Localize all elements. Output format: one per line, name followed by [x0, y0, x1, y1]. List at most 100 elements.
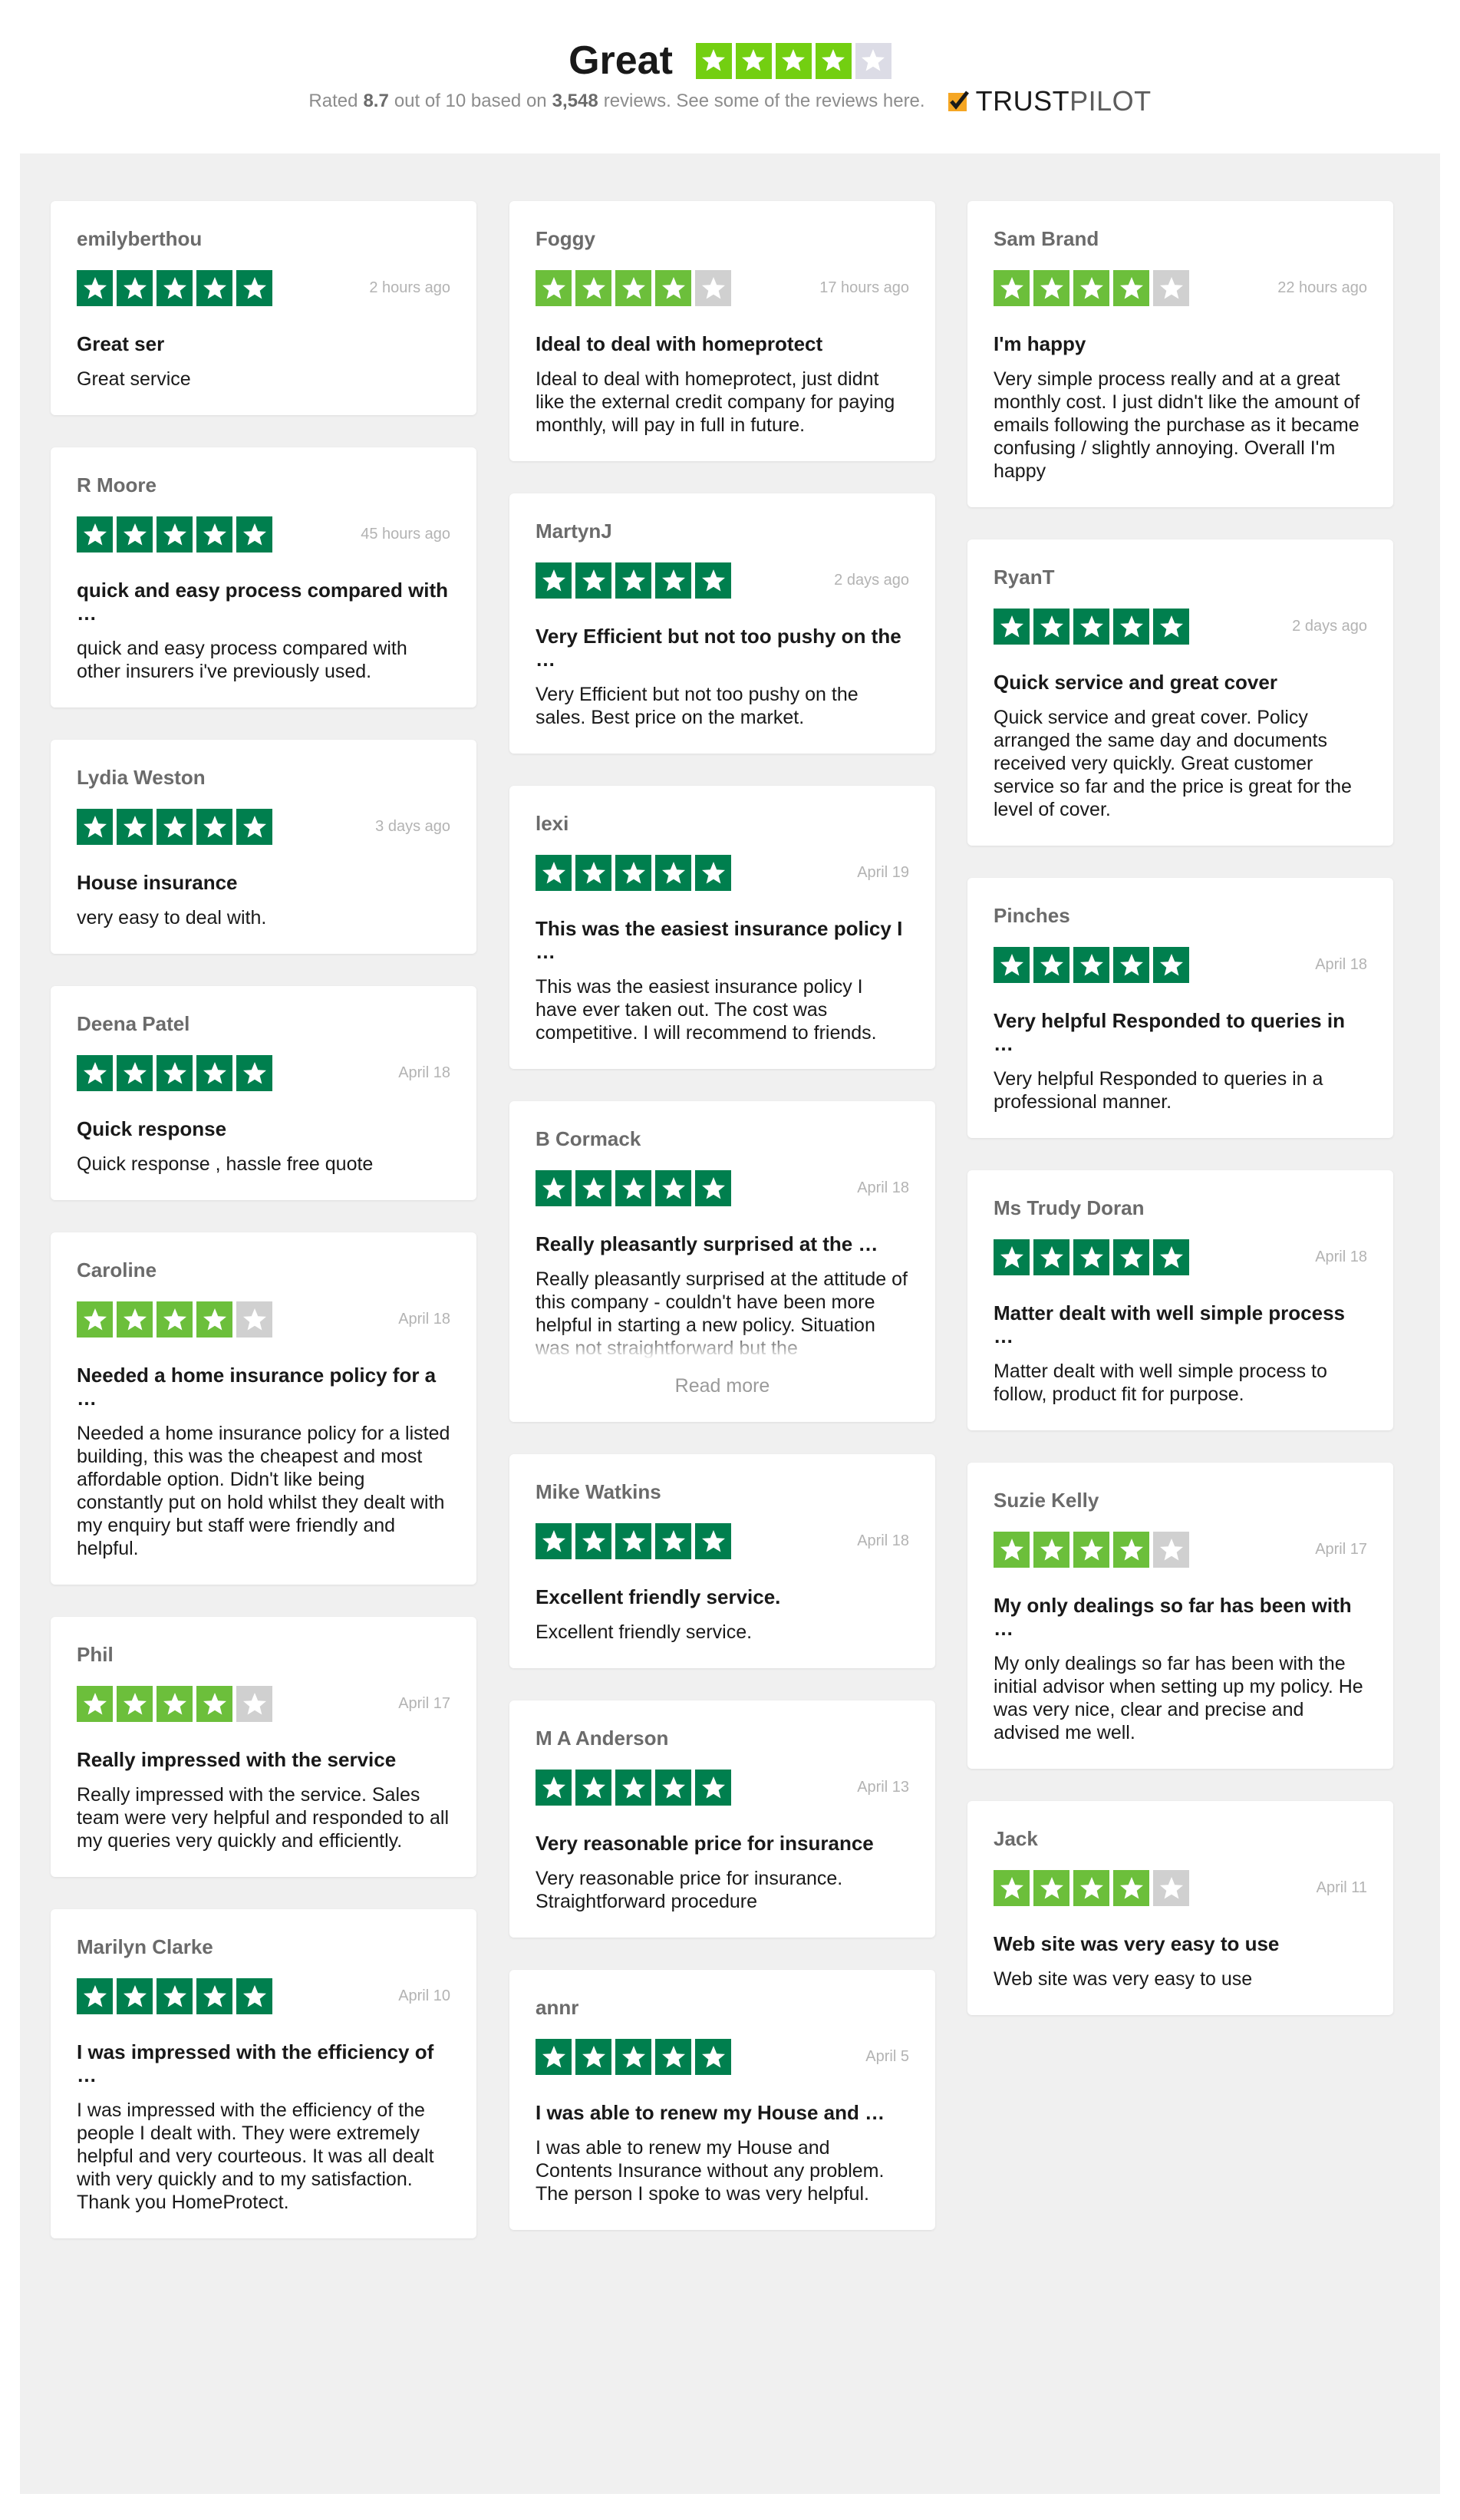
- review-date: April 18: [857, 1532, 909, 1549]
- reviewer-name: Phil: [77, 1643, 114, 1666]
- filled-star-icon: [236, 1055, 272, 1091]
- review-stars: [77, 1686, 272, 1722]
- filled-star-icon: [1113, 270, 1149, 306]
- review-card[interactable]: Jack April 11 Web site was very easy to us…: [967, 1801, 1393, 2015]
- review-body: I was impressed with the efficiency of t…: [77, 2099, 434, 2213]
- filled-star-icon: [536, 1170, 572, 1206]
- review-date: April 18: [398, 1064, 450, 1081]
- review-card[interactable]: R Moore 45 hours ago quick and easy proces…: [51, 447, 476, 708]
- filled-star-icon: [117, 1978, 153, 2014]
- review-stars: [536, 562, 731, 599]
- review-title: Really impressed with the service: [77, 1748, 397, 1771]
- reviewer-name: B Cormack: [536, 1127, 641, 1150]
- review-stars: [994, 1239, 1189, 1275]
- filled-star-icon: [615, 2039, 651, 2075]
- filled-star-icon: [157, 1055, 193, 1091]
- review-stars: [994, 1532, 1189, 1568]
- filled-star-icon: [655, 1170, 691, 1206]
- review-body: Excellent friendly service.: [536, 1621, 753, 1643]
- filled-star-icon: [1033, 1870, 1069, 1906]
- review-column-1: emilyberthou 2 hours ago Great ser Great se…: [51, 201, 476, 2271]
- review-meta: 17 hours ago: [536, 270, 909, 306]
- filled-star-icon: [1033, 270, 1069, 306]
- filled-star-icon: [536, 1770, 572, 1806]
- reviewer-name: Jack: [994, 1827, 1038, 1850]
- review-date: April 5: [865, 2048, 909, 2065]
- filled-star-icon: [1153, 1239, 1189, 1275]
- filled-star-icon: [196, 1301, 232, 1338]
- review-card[interactable]: Foggy 17 hours ago Ideal to deal with home…: [509, 201, 935, 461]
- review-card[interactable]: Mike Watkins April 18 Excellent friendly s…: [509, 1454, 935, 1668]
- review-meta: 2 days ago: [994, 609, 1367, 645]
- review-stars: [994, 609, 1189, 645]
- review-title: Great ser: [77, 332, 165, 355]
- review-card[interactable]: Phil April 17 Really impressed with the se…: [51, 1617, 476, 1877]
- filled-star-icon: [536, 270, 572, 306]
- review-date: April 18: [1315, 1248, 1367, 1265]
- filled-star-icon: [1153, 947, 1189, 983]
- review-meta: April 13: [536, 1770, 909, 1806]
- reviewer-name: Mike Watkins: [536, 1480, 661, 1503]
- review-card[interactable]: Suzie Kelly April 17 My only dealings so f…: [967, 1463, 1393, 1769]
- summary-suffix: reviews. See some of the reviews here.: [603, 91, 925, 111]
- review-title: My only dealings so far has been with …: [994, 1594, 1352, 1640]
- review-body: Very reasonable price for insurance. Str…: [536, 1868, 843, 1912]
- filled-star-icon: [77, 1978, 113, 2014]
- trustpilot-brand-pilot: PILOT: [1069, 85, 1152, 117]
- review-card[interactable]: MartynJ 2 days ago Very Efficient but not …: [509, 493, 935, 754]
- review-body: Great service: [77, 368, 191, 390]
- review-body: very easy to deal with.: [77, 907, 267, 929]
- review-card[interactable]: Lydia Weston 3 days ago House insurance ver…: [51, 740, 476, 954]
- review-date: April 17: [1315, 1541, 1367, 1558]
- reviewer-name: Ms Trudy Doran: [994, 1196, 1145, 1219]
- review-stars: [77, 516, 272, 552]
- empty-star-icon: [1153, 1532, 1189, 1568]
- filled-star-icon: [117, 809, 153, 845]
- review-card[interactable]: M A Anderson April 13 Very reasonable pric…: [509, 1700, 935, 1938]
- filled-star-icon: [1113, 1870, 1149, 1906]
- review-card[interactable]: Caroline April 18 Needed a home insurance …: [51, 1232, 476, 1585]
- review-card[interactable]: Ms Trudy Doran April 18 Matter dealt with …: [967, 1170, 1393, 1430]
- filled-star-icon: [236, 1978, 272, 2014]
- filled-star-icon: [117, 1055, 153, 1091]
- filled-star-icon: [77, 270, 113, 306]
- review-card[interactable]: emilyberthou 2 hours ago Great ser Great se…: [51, 201, 476, 415]
- review-card[interactable]: Deena Patel April 18 Quick response Quick r…: [51, 986, 476, 1200]
- review-body: Quick service and great cover. Policy ar…: [994, 707, 1352, 820]
- filled-star-icon: [735, 42, 772, 79]
- review-meta: April 11: [994, 1870, 1367, 1906]
- filled-star-icon: [615, 562, 651, 599]
- review-body: Very simple process really and at a grea…: [994, 368, 1360, 482]
- filled-star-icon: [157, 516, 193, 552]
- filled-star-icon: [77, 809, 113, 845]
- review-body: Web site was very easy to use: [994, 1968, 1253, 1990]
- filled-star-icon: [575, 1523, 611, 1559]
- review-card[interactable]: lexi April 19 This was the easiest insuran…: [509, 786, 935, 1069]
- filled-star-icon: [1033, 609, 1069, 645]
- reviewer-name: Foggy: [536, 227, 595, 250]
- review-meta: 2 days ago: [536, 562, 909, 599]
- score-value: 8.7: [363, 91, 389, 111]
- review-date: April 17: [398, 1695, 450, 1712]
- filled-star-icon: [575, 2039, 611, 2075]
- review-card[interactable]: Sam Brand 22 hours ago I'm happy Very simpl…: [967, 201, 1393, 507]
- review-card[interactable]: annr April 5 I was able to renew my House …: [509, 1970, 935, 2230]
- filled-star-icon: [536, 1523, 572, 1559]
- review-count: 3,548: [552, 91, 598, 111]
- review-title: Web site was very easy to use: [994, 1932, 1280, 1955]
- review-card[interactable]: Marilyn Clarke April 10 I was impressed wi…: [51, 1909, 476, 2238]
- review-date: 3 days ago: [375, 818, 450, 835]
- overall-stars: [695, 42, 891, 79]
- read-more-link[interactable]: Read more: [536, 1375, 909, 1397]
- review-title: House insurance: [77, 871, 238, 894]
- filled-star-icon: [117, 516, 153, 552]
- filled-star-icon: [236, 809, 272, 845]
- filled-star-icon: [615, 855, 651, 891]
- review-card[interactable]: RyanT 2 days ago Quick service and great c…: [967, 539, 1393, 846]
- review-card[interactable]: B Cormack April 18 Really pleasantly surpr…: [509, 1101, 935, 1422]
- review-card[interactable]: Pinches April 18 Very helpful Responded to…: [967, 878, 1393, 1138]
- review-title: I'm happy: [994, 332, 1086, 355]
- rating-word: Great: [569, 38, 673, 83]
- trustpilot-logo[interactable]: TRUSTPILOT: [947, 86, 1152, 117]
- filled-star-icon: [77, 1055, 113, 1091]
